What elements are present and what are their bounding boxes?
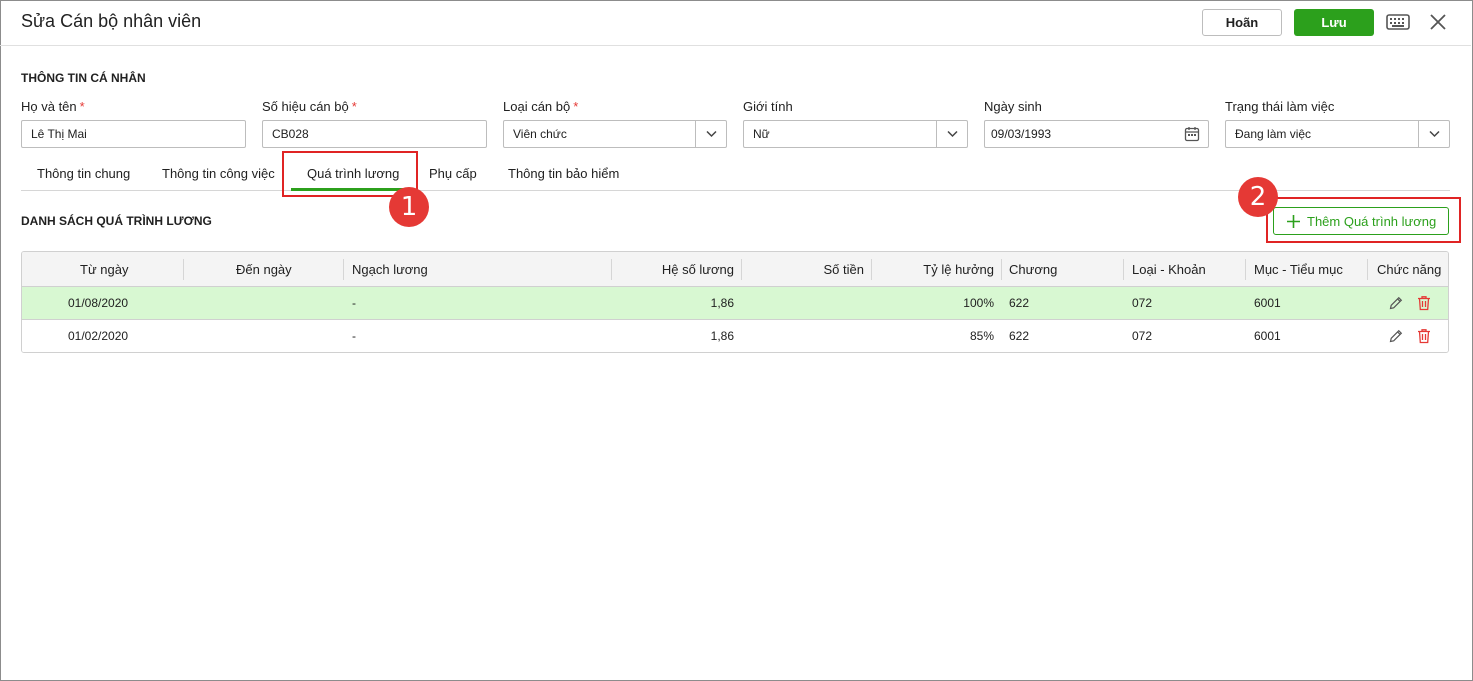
work-status-value: Đang làm việc xyxy=(1235,127,1312,141)
col-salary-grade: Ngạch lương xyxy=(352,262,428,277)
fullname-label: Họ và tên * xyxy=(21,99,85,114)
column-divider[interactable] xyxy=(1001,259,1002,280)
tab-job-info[interactable]: Thông tin công việc xyxy=(162,166,275,181)
col-chapter: Chương xyxy=(1009,262,1058,277)
tab-bar: Thông tin chung Thông tin công việc Quá … xyxy=(21,158,1450,191)
cell-benefit-rate: 85% xyxy=(969,329,994,343)
col-benefit-rate: Tỷ lệ hưởng xyxy=(923,262,994,277)
cell-salary-grade: - xyxy=(352,329,356,343)
calendar-icon[interactable] xyxy=(1184,126,1200,142)
table-row[interactable]: 01/08/2020 - 1,86 100% 622 072 6001 xyxy=(22,287,1448,320)
salary-table: Từ ngày Đến ngày Ngạch lương Hệ số lương… xyxy=(21,251,1449,353)
tab-general-info[interactable]: Thông tin chung xyxy=(37,166,130,181)
save-button[interactable]: Lưu xyxy=(1294,9,1374,36)
table-header: Từ ngày Đến ngày Ngạch lương Hệ số lương… xyxy=(22,252,1448,287)
column-divider[interactable] xyxy=(343,259,344,280)
cell-salary-grade: - xyxy=(352,296,356,310)
cell-salary-coefficient: 1,86 xyxy=(710,329,734,343)
chevron-down-icon xyxy=(947,130,958,138)
tab-insurance-info[interactable]: Thông tin bảo hiểm xyxy=(508,166,619,181)
step-badge-1: 1 xyxy=(389,187,429,227)
close-icon[interactable] xyxy=(1428,12,1448,32)
column-divider[interactable] xyxy=(183,259,184,280)
cell-salary-coefficient: 1,86 xyxy=(710,296,734,310)
staff-code-field[interactable]: CB028 xyxy=(262,120,487,148)
staff-type-dropdown[interactable] xyxy=(695,121,726,147)
col-amount: Số tiền xyxy=(823,262,864,277)
staff-code-value: CB028 xyxy=(272,127,309,141)
cell-chapter: 622 xyxy=(1009,329,1030,343)
cell-from-date: 01/02/2020 xyxy=(68,329,129,343)
salary-list-title: DANH SÁCH QUÁ TRÌNH LƯƠNG xyxy=(21,214,212,228)
work-status-dropdown[interactable] xyxy=(1418,121,1449,147)
staff-type-select[interactable]: Viên chức xyxy=(503,120,727,148)
col-actions: Chức năng xyxy=(1377,262,1442,277)
column-divider[interactable] xyxy=(611,259,612,280)
column-divider[interactable] xyxy=(1245,259,1246,280)
cell-item: 6001 xyxy=(1254,329,1281,343)
trash-icon[interactable] xyxy=(1416,295,1432,311)
col-from-date: Từ ngày xyxy=(80,262,129,277)
column-divider[interactable] xyxy=(741,259,742,280)
gender-value: Nữ xyxy=(753,127,770,141)
dialog-header: Sửa Cán bộ nhân viên Hoãn Lưu xyxy=(0,0,1471,46)
col-salary-coefficient: Hệ số lương xyxy=(661,262,734,277)
keyboard-icon[interactable] xyxy=(1386,12,1410,32)
col-category: Loại - Khoản xyxy=(1132,262,1206,277)
col-item: Mục - Tiểu mục xyxy=(1254,262,1343,277)
pencil-icon[interactable] xyxy=(1388,295,1404,311)
birthdate-value: 09/03/1993 xyxy=(991,127,1052,141)
cell-from-date: 01/08/2020 xyxy=(68,296,129,310)
tab-allowance[interactable]: Phụ cấp xyxy=(429,166,477,181)
column-divider[interactable] xyxy=(1367,259,1368,280)
step-badge-2: 2 xyxy=(1238,177,1278,217)
cell-category: 072 xyxy=(1132,296,1153,310)
column-divider[interactable] xyxy=(871,259,872,280)
gender-select[interactable]: Nữ xyxy=(743,120,968,148)
cell-item: 6001 xyxy=(1254,296,1281,310)
work-status-label: Trạng thái làm việc xyxy=(1225,99,1335,114)
fullname-value: Lê Thị Mai xyxy=(31,127,87,141)
cell-benefit-rate: 100% xyxy=(963,296,994,310)
table-row[interactable]: 01/02/2020 - 1,86 85% 622 072 6001 xyxy=(22,320,1448,352)
cell-category: 072 xyxy=(1132,329,1153,343)
staff-type-label: Loại cán bộ * xyxy=(503,99,579,114)
birthdate-label: Ngày sinh xyxy=(984,99,1042,114)
fullname-field[interactable]: Lê Thị Mai xyxy=(21,120,246,148)
chevron-down-icon xyxy=(1429,130,1440,138)
work-status-select[interactable]: Đang làm việc xyxy=(1225,120,1450,148)
gender-label: Giới tính xyxy=(743,99,793,114)
column-divider[interactable] xyxy=(1123,259,1124,280)
highlight-box-add xyxy=(1266,197,1461,243)
cell-chapter: 622 xyxy=(1009,296,1030,310)
staff-code-label: Số hiệu cán bộ * xyxy=(262,99,357,114)
trash-icon[interactable] xyxy=(1416,328,1432,344)
gender-dropdown[interactable] xyxy=(936,121,967,147)
cancel-button[interactable]: Hoãn xyxy=(1202,9,1282,36)
staff-type-value: Viên chức xyxy=(513,127,567,141)
birthdate-field[interactable]: 09/03/1993 xyxy=(984,120,1209,148)
col-to-date: Đến ngày xyxy=(236,262,292,277)
personal-info-title: THÔNG TIN CÁ NHÂN xyxy=(21,71,146,85)
pencil-icon[interactable] xyxy=(1388,328,1404,344)
chevron-down-icon xyxy=(706,130,717,138)
dialog-title: Sửa Cán bộ nhân viên xyxy=(21,11,202,31)
